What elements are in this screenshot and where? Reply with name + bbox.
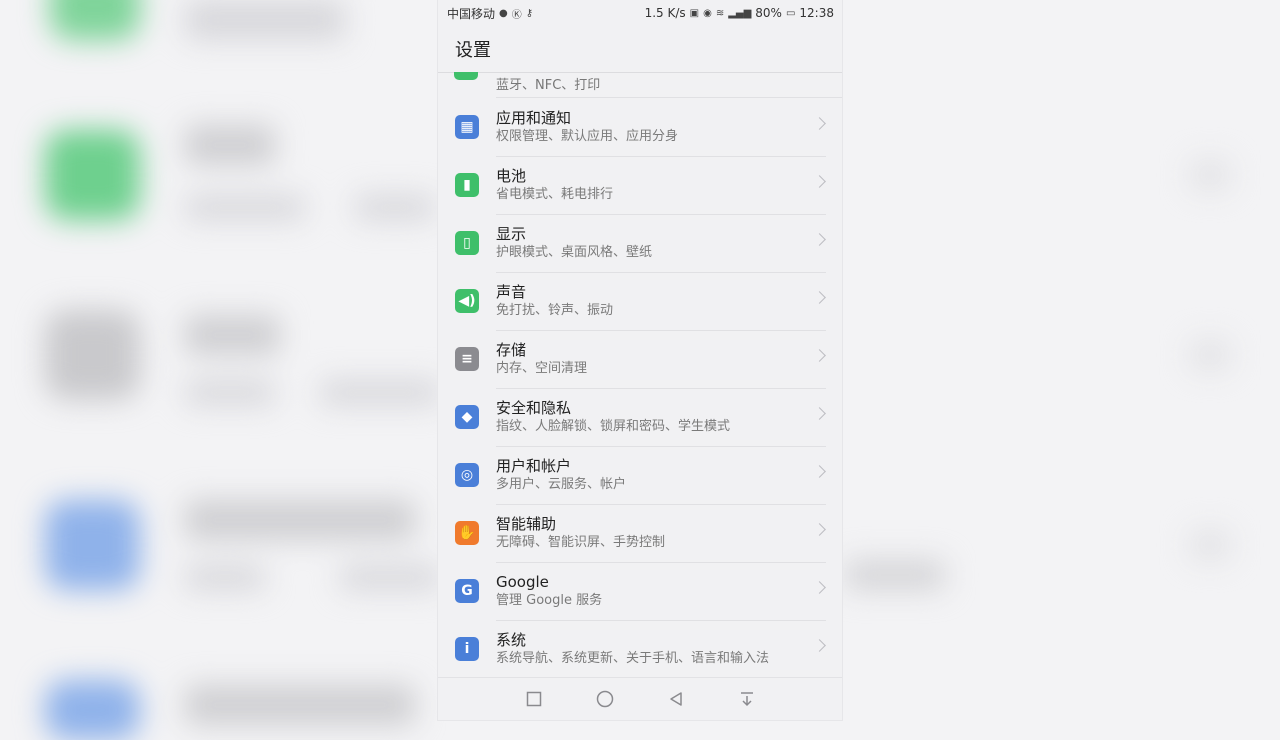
notification-pull-button[interactable] [737,689,757,709]
settings-item-subtitle: 指纹、人脸解锁、锁屏和密码、学生模式 [496,418,731,434]
settings-item-subtitle: 多用户、云服务、帐户 [496,476,627,492]
pull-down-icon [740,692,753,707]
system-info-icon: i [455,637,479,661]
wifi-icon: ≋ [715,7,725,19]
apps-grid-icon: ▦ [455,115,479,139]
settings-item[interactable]: ◎ 用户和帐户 多用户、云服务、帐户 [438,446,842,505]
settings-item-title: 显示 [496,224,527,243]
settings-item-subtitle: 权限管理、默认应用、应用分身 [496,128,679,144]
settings-item-text: 电池 省电模式、耗电排行 [496,156,826,215]
settings-item[interactable]: ◆ 安全和隐私 指纹、人脸解锁、锁屏和密码、学生模式 [438,388,842,447]
status-bar: 中国移动 ● Ⓚ ⚷ 1.5 K/s ▣ ◉ ≋ ▂▄▆ 80% ▭ 12:38 [438,0,842,26]
chat-icon: ● [499,7,508,19]
settings-item-title: 声音 [496,282,527,301]
settings-item-text: 显示 护眼模式、桌面风格、壁纸 [496,214,826,273]
settings-item-title: 应用和通知 [496,108,572,127]
back-button[interactable] [666,689,686,709]
settings-item-subtitle: 管理 Google 服务 [496,592,603,608]
settings-item[interactable]: ◀) 声音 免打扰、铃声、振动 [438,272,842,331]
settings-item-subtitle: 省电模式、耗电排行 [496,186,614,202]
eye-icon: ◉ [703,7,712,19]
settings-item-title: 系统 [496,630,527,649]
settings-item-text: 声音 免打扰、铃声、振动 [496,272,826,331]
page-title: 设置 [438,26,842,73]
settings-item-subtitle: 免打扰、铃声、振动 [496,302,614,318]
settings-item-subtitle: 蓝牙、NFC、打印 [496,78,601,93]
square-icon [526,691,541,707]
circle-icon [596,690,613,708]
settings-item[interactable]: ▦ 应用和通知 权限管理、默认应用、应用分身 [438,98,842,157]
storage-icon: ≡ [455,347,479,371]
home-button[interactable] [595,689,615,709]
speaker-icon: ◀) [455,289,479,313]
settings-item-title: Google [496,572,549,591]
settings-item-text: Google 管理 Google 服务 [496,562,826,621]
triangle-back-icon [669,692,682,706]
key-icon: ⚷ [525,7,534,19]
carrier-label: 中国移动 [447,6,496,21]
settings-item-subtitle: 系统导航、系统更新、关于手机、语言和输入法 [496,650,770,666]
network-speed: 1.5 K/s [644,6,686,20]
battery-icon: ▭ [785,7,796,19]
settings-list[interactable]: 蓝牙、NFC、打印 ▦ 应用和通知 权限管理、默认应用、应用分身 ▮ 电池 省电模式、耗电… [438,72,842,678]
settings-item-title: 安全和隐私 [496,398,572,417]
settings-item-title: 电池 [496,166,527,185]
battery-percent: 80% [755,6,782,20]
battery-icon: ▮ [455,173,479,197]
settings-item-title: 智能辅助 [496,514,557,533]
settings-item[interactable]: i 系统 系统导航、系统更新、关于手机、语言和输入法 [438,620,842,678]
settings-item-subtitle: 内存、空间清理 [496,360,588,376]
cast-icon: ▣ [689,7,700,19]
display-icon: ▯ [455,231,479,255]
settings-item-title: 存储 [496,340,527,359]
user-icon: ◎ [455,463,479,487]
k-badge-icon: Ⓚ [511,9,522,21]
settings-item[interactable]: ✋ 智能辅助 无障碍、智能识屏、手势控制 [438,504,842,563]
clock: 12:38 [799,6,834,20]
settings-item-subtitle: 无障碍、智能识屏、手势控制 [496,534,666,550]
settings-item-title: 用户和帐户 [496,456,572,475]
google-icon: G [455,579,479,603]
settings-item-text: 用户和帐户 多用户、云服务、帐户 [496,446,826,505]
phone-screen: 中国移动 ● Ⓚ ⚷ 1.5 K/s ▣ ◉ ≋ ▂▄▆ 80% ▭ 12:38… [438,0,842,720]
hand-icon: ✋ [455,521,479,545]
recents-button[interactable] [524,689,544,709]
signal-icon: ▂▄▆ [728,7,752,19]
navigation-bar [438,677,842,720]
settings-item-text: 安全和隐私 指纹、人脸解锁、锁屏和密码、学生模式 [496,388,826,447]
settings-item-text: 系统 系统导航、系统更新、关于手机、语言和输入法 [496,620,826,678]
settings-item-text: 存储 内存、空间清理 [496,330,826,389]
settings-item-text: 应用和通知 权限管理、默认应用、应用分身 [496,98,826,157]
settings-item-subtitle: 护眼模式、桌面风格、壁纸 [496,244,653,260]
settings-item-text: 智能辅助 无障碍、智能识屏、手势控制 [496,504,826,563]
shield-icon: ◆ [455,405,479,429]
settings-item-partial[interactable]: 蓝牙、NFC、打印 [454,72,842,98]
settings-item[interactable]: ≡ 存储 内存、空间清理 [438,330,842,389]
device-connection-icon [454,72,478,80]
settings-item[interactable]: G Google 管理 Google 服务 [438,562,842,621]
settings-item[interactable]: ▯ 显示 护眼模式、桌面风格、壁纸 [438,214,842,273]
settings-item[interactable]: ▮ 电池 省电模式、耗电排行 [438,156,842,215]
